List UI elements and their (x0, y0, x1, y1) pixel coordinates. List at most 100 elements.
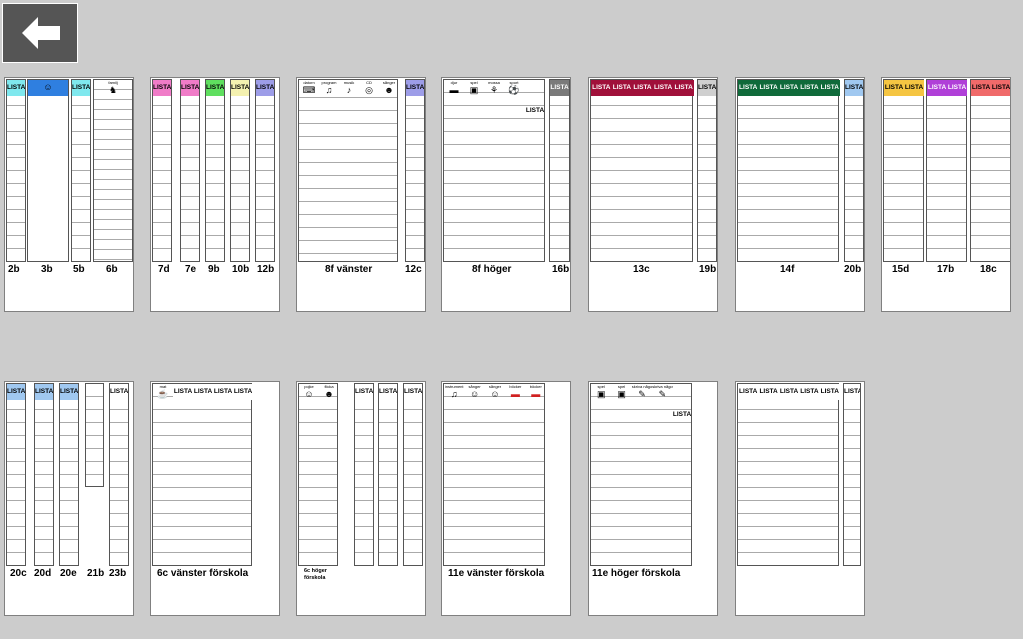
card-label: 8f höger (472, 264, 512, 275)
lista-header: LISTA (7, 384, 25, 400)
moss-icon: ⚘ (489, 85, 499, 95)
symbol-cell: sånger ☻ (379, 80, 399, 96)
card-label: 14f (780, 264, 795, 275)
layout-card-6c-hoger-forskola[interactable]: pojke ☺ flicka ☻ LISTA LISTA LISTA 6c höger för… (296, 381, 426, 616)
lista-header: LISTA (758, 80, 779, 96)
card-label: 5b (73, 264, 85, 275)
card-label: 18c (980, 264, 997, 275)
layout-card-7d-7e-9b-10b-12b[interactable]: LISTA LISTA LISTA LISTA LISTA 7d 7e 9b 10b 12b (150, 77, 280, 312)
music-program-icon: ♫ (325, 85, 333, 95)
lista-header: LISTA (845, 80, 863, 96)
lista-header: LISTA (60, 384, 78, 400)
lista-header: LISTA (991, 80, 1010, 96)
card-label: 20b (844, 264, 862, 275)
lista-header: LISTA (406, 80, 424, 96)
list-column: LISTA (59, 383, 79, 566)
list-column: LISTA LISTA (926, 79, 967, 262)
list-column: LISTA (255, 79, 275, 262)
back-button[interactable] (2, 3, 78, 63)
symbol-cell: datorn ⌨ (299, 80, 319, 96)
symbol-cell: sånger ☺ (464, 384, 484, 400)
card-label: 23b (109, 568, 127, 579)
list-column: djur ▬ spel ▣ mossa ⚘ sport ⚽ LISTA (443, 79, 545, 262)
game-icon: ▣ (596, 389, 606, 399)
card-label: 10b (232, 264, 250, 275)
symbol-cell: spel ▣ (611, 384, 631, 400)
lista-header: LISTA (153, 80, 171, 96)
lista-header: LISTA (256, 80, 274, 96)
music-icon: ♪ (346, 85, 352, 95)
lista-header: LISTA (799, 80, 820, 96)
lista-header: LISTA (110, 384, 128, 400)
layout-card-13c-19b[interactable]: LISTA LISTA LISTA LISTA LISTA LISTA 13c 19b (588, 77, 718, 312)
lista-header: LISTA (231, 80, 249, 96)
symbol-cell: spel ▣ (464, 80, 484, 96)
list-column: LISTA (152, 79, 172, 262)
lista-header: LISTA (181, 80, 199, 96)
write-icon: ✎ (658, 389, 667, 399)
cd-icon: ◎ (365, 85, 373, 95)
layout-card-8f-hoger-16b[interactable]: djur ▬ spel ▣ mossa ⚘ sport ⚽ LISTA LISTA 8f höger… (441, 77, 571, 312)
list-column: LISTA (6, 79, 26, 262)
card-label: 11e vänster förskola (448, 568, 545, 579)
game-icon: ▣ (469, 85, 479, 95)
list-column: LISTA (697, 79, 717, 262)
card-label: 17b (937, 264, 955, 275)
lista-header: LISTA (379, 384, 397, 400)
layout-card-8f-vanster-12c[interactable]: datorn ⌨ program ♫ musik ♪ CD ◎ sånger ☻ LISTA 8f v… (296, 77, 426, 312)
card-label: 6c höger förskola (304, 568, 327, 581)
lista-header: LISTA (233, 384, 253, 400)
card-label: 20c (10, 568, 27, 579)
list-column: LISTA (71, 79, 91, 262)
symbol-cell: pojke ☺ (299, 384, 319, 400)
singing-icon: ☻ (384, 85, 394, 95)
lista-header: LISTA (525, 107, 545, 114)
list-column: instrument ♫ sånger ☺ sånger ☺ böcker ▬ böcker ▬ (443, 383, 545, 566)
list-column: LISTA (354, 383, 374, 566)
symbol-cell: sånger ☺ (485, 384, 505, 400)
list-column: LISTA LISTA LISTA LISTA LISTA (737, 383, 840, 566)
layout-card-11e-vanster-forskola[interactable]: instrument ♫ sånger ☺ sånger ☺ böcker ▬ böcker ▬ 1… (441, 381, 571, 616)
list-column: LISTA LISTA (883, 79, 924, 262)
lista-header: LISTA (738, 80, 759, 96)
instrument-icon: ♫ (450, 389, 458, 399)
food-icon: ☕ (157, 389, 169, 399)
lista-header: LISTA (173, 384, 193, 400)
lista-header: LISTA (213, 384, 233, 400)
lista-header: LISTA (698, 80, 716, 96)
list-column: LISTA LISTA (970, 79, 1010, 262)
lista-header: LISTA (738, 384, 759, 400)
layout-card-14f-20b[interactable]: LISTA LISTA LISTA LISTA LISTA LISTA 14f 20b (735, 77, 865, 312)
symbol-cell: program ♫ (319, 80, 339, 96)
lista-header: LISTA (591, 80, 612, 96)
list-column: datorn ⌨ program ♫ musik ♪ CD ◎ sånger ☻ (298, 79, 398, 262)
lista-header: LISTA (611, 80, 633, 96)
layout-card-6c-vanster-forskola[interactable]: mat ☕ LISTA LISTA LISTA LISTA 6c vänster försk… (150, 381, 280, 616)
layout-card-20c-20d-20e-21b-23b[interactable]: LISTA LISTA LISTA LISTA 20c 20d 20e 21b 23b (4, 381, 134, 616)
list-column: LISTA (230, 79, 250, 262)
layout-card-2b-3b-5b-6b[interactable]: LISTA ☺ LISTA familj ♞ 2b 3b 5b 6b (4, 77, 134, 312)
card-label: 7e (185, 264, 197, 275)
list-column: LISTA (843, 383, 861, 566)
card-label: 3b (41, 264, 53, 275)
list-column: spel ▣ spel ▣ skriva något ✎ skriva något ✎ LIST… (590, 383, 692, 566)
lista-header: LISTA (884, 80, 904, 96)
arrow-left-icon (22, 17, 60, 49)
symbol-cell: musik ♪ (339, 80, 359, 96)
layout-card-11e-hoger-forskola[interactable]: spel ▣ spel ▣ skriva något ✎ skriva något ✎ LIST… (588, 381, 718, 616)
card-label: 11e höger förskola (592, 568, 681, 579)
list-column: LISTA (403, 383, 423, 566)
card-label: 2b (8, 264, 20, 275)
lista-header: LISTA (673, 80, 694, 96)
list-column: LISTA (405, 79, 425, 262)
layout-card-15d-17b-18c[interactable]: LISTA LISTA LISTA LISTA LISTA LISTA 15d 17b 18c (881, 77, 1011, 312)
computer-icon: ⌨ (302, 85, 316, 95)
list-column: LISTA LISTA LISTA LISTA LISTA (590, 79, 694, 262)
symbol-cell: CD ◎ (359, 80, 379, 96)
card-label: 7d (158, 264, 170, 275)
symbol-cell: sport ⚽ (504, 80, 524, 96)
layout-card-blank-lista[interactable]: LISTALISTALISTALISTALISTALISTA (735, 381, 865, 616)
card-label: 20e (60, 568, 77, 579)
list-column: LISTA LISTA LISTA LISTA LISTA (737, 79, 840, 262)
lista-header: LISTA (927, 80, 947, 96)
